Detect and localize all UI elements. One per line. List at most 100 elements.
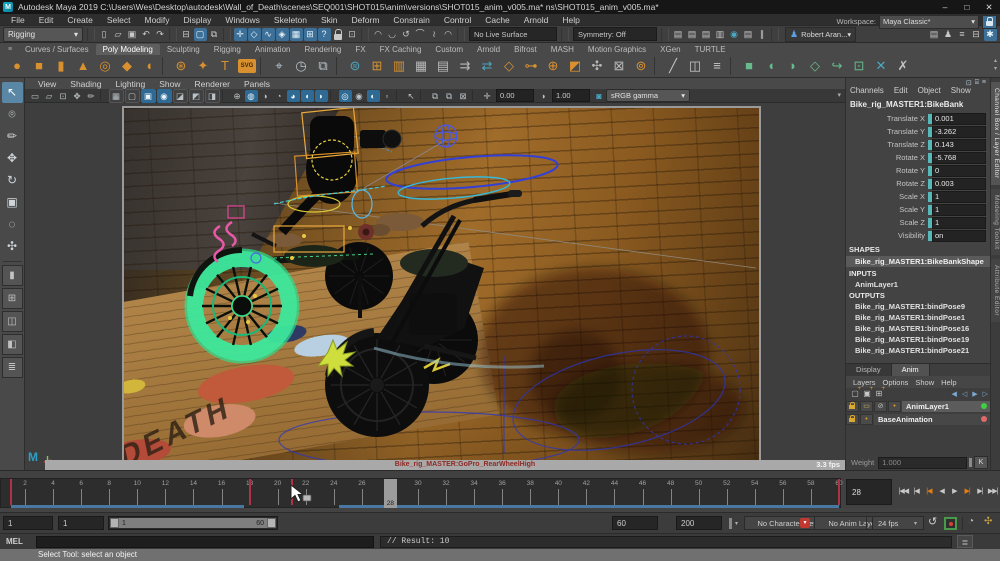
menu-control[interactable]: Control	[437, 15, 478, 25]
ssao-icon[interactable]: ▫	[381, 90, 394, 102]
shelf-tab-bifrost[interactable]: Bifrost	[507, 44, 544, 55]
current-time-indicator[interactable]: 28	[383, 479, 397, 508]
gamma-icon[interactable]: ◙	[593, 90, 606, 102]
playback-end-field[interactable]: 60	[612, 516, 658, 530]
play-forwards-button[interactable]: ▶	[948, 479, 961, 505]
ipr-render-icon[interactable]: ▤	[686, 28, 699, 41]
exposure-icon[interactable]: ✛	[481, 90, 494, 102]
layer-menu-help[interactable]: Help	[941, 378, 956, 387]
attribute-value-field[interactable]: 0.143	[932, 138, 986, 151]
framed-square-icon[interactable]: ⊡	[848, 56, 870, 76]
rebuild-curve-icon[interactable]: ↺	[400, 28, 413, 41]
play-backwards-button[interactable]: ◀	[935, 479, 948, 505]
channel-box-option-icon-2[interactable]: ≡	[982, 79, 986, 87]
quad-draw-icon[interactable]: ⊞	[366, 56, 388, 76]
fan-icon[interactable]: ✣	[586, 56, 608, 76]
side-tab-modeling-toolkit[interactable]: Modeling Toolkit	[991, 188, 1000, 256]
layout-outliner-persp[interactable]: ◧	[1, 334, 23, 355]
crate-icon[interactable]: ⊠	[608, 56, 630, 76]
textured-mode-icon[interactable]: ▣	[140, 88, 156, 103]
retopo-icon[interactable]: ◫	[684, 56, 706, 76]
layer-tab-display[interactable]: Display	[846, 364, 892, 376]
step-back-key-button[interactable]: |◀	[923, 479, 936, 505]
cube-wire-icon[interactable]: ◇	[498, 56, 520, 76]
output-node-name[interactable]: Bike_rig_MASTER1:bindPose16	[855, 324, 969, 333]
exposure-field[interactable]: 0.00	[496, 89, 534, 102]
corner-arrow-icon[interactable]: ◩	[564, 56, 586, 76]
wire-on-shaded-icon[interactable]: ◍	[244, 89, 258, 102]
select-object-icon[interactable]: ▢	[193, 27, 207, 41]
range-end-handle[interactable]	[267, 518, 276, 528]
curve-snap-icon[interactable]: ◡	[386, 28, 399, 41]
panel-menu-lighting[interactable]: Lighting	[108, 79, 152, 89]
construction-history-icon[interactable]: ◠	[372, 28, 385, 41]
layout-four-pane[interactable]: ⊞	[1, 288, 23, 309]
attribute-value-field[interactable]: on	[932, 229, 986, 242]
layer-lock-icon[interactable]	[846, 413, 859, 425]
range-slider-bar[interactable]	[110, 518, 276, 528]
wireframe-mode-icon[interactable]: ▦	[108, 88, 124, 103]
live-surface-field[interactable]: No Live Surface	[469, 27, 557, 41]
panel-menu-panels[interactable]: Panels	[237, 79, 277, 89]
attribute-value-field[interactable]: -5.768	[932, 151, 986, 164]
boolean-union-icon[interactable]: ■	[738, 56, 760, 76]
boolean-difference-icon[interactable]: ◖	[760, 56, 782, 76]
mel-input[interactable]	[36, 536, 374, 548]
render-view-sphere-icon[interactable]: ◉	[728, 28, 741, 41]
render-sequence-icon[interactable]: ▤	[742, 28, 755, 41]
workspace-dropdown[interactable]: Maya Classic* ▾	[879, 14, 979, 29]
layout-single-pane[interactable]: ▮	[1, 265, 23, 286]
shelf-scroll-arrows[interactable]: ▴ ▾	[994, 57, 997, 73]
output-node-name[interactable]: Bike_rig_MASTER1:bindPose19	[855, 335, 969, 344]
range-start-handle[interactable]	[110, 518, 119, 528]
chevron-down-icon[interactable]: ▾	[914, 520, 917, 527]
shelf-tab-poly-modeling[interactable]: Poly Modeling	[95, 44, 160, 55]
shadow-toggle-icon[interactable]: ◐	[366, 89, 380, 102]
output-node-name[interactable]: Bike_rig_MASTER1:bindPose1	[855, 313, 965, 322]
go-to-start-button[interactable]: |◀◀	[897, 479, 910, 505]
auto-keyframe-toggle[interactable]	[944, 517, 957, 530]
viewport-canvas[interactable]: DEATH	[122, 106, 761, 462]
network-icon[interactable]: ⊶	[520, 56, 542, 76]
poly-cone-icon[interactable]: ▲	[72, 56, 94, 76]
output-node-name[interactable]: Bike_rig_MASTER1:bindPose21	[855, 346, 969, 355]
construction-plane-icon[interactable]: ⌖	[268, 56, 290, 76]
paint-select-tool[interactable]: ✏	[2, 126, 23, 147]
gamma-dropdown[interactable]: sRGB gamma ▾	[606, 89, 690, 102]
tearoff-icon[interactable]: ⧉	[443, 90, 456, 102]
side-tab-channel-box-layer-editor[interactable]: Channel Box / Layer Editor	[991, 82, 1000, 185]
menu-select[interactable]: Select	[100, 15, 138, 25]
isolate-select-icon[interactable]: ◖	[300, 89, 314, 102]
minimize-button[interactable]: –	[934, 0, 956, 14]
mb-mode-icon[interactable]: ◨	[204, 88, 220, 103]
boolean-cube-icon[interactable]: ◇	[804, 56, 826, 76]
shelf-tab-fx-caching[interactable]: FX Caching	[373, 44, 429, 55]
attribute-value-field[interactable]: -3.262	[932, 125, 986, 138]
move-layer-down-icon[interactable]: ◁	[962, 390, 967, 398]
lighting-default-icon[interactable]: ◉	[353, 90, 366, 102]
save-scene-icon[interactable]: ▣	[126, 28, 139, 41]
layer-menu-options[interactable]: Options	[883, 378, 909, 387]
menu-arnold[interactable]: Arnold	[517, 15, 556, 25]
create-empty-layer-icon[interactable]: ▢ +	[849, 386, 861, 398]
outliner-toggle-icon[interactable]: ▤	[928, 28, 941, 41]
delete-edge-icon[interactable]: ✗	[892, 56, 914, 76]
move-layer-up-icon[interactable]: ◀	[951, 390, 956, 398]
pan-zoom-icon[interactable]: ✥	[71, 90, 84, 102]
menu-cache[interactable]: Cache	[478, 15, 517, 25]
menu-skeleton[interactable]: Skeleton	[267, 15, 314, 25]
platonic-solid-icon[interactable]: ⊛	[170, 56, 192, 76]
panel-bar-caret-icon[interactable]: ▾	[837, 91, 841, 99]
render-settings-icon[interactable]: ▤	[700, 28, 713, 41]
menu-skin[interactable]: Skin	[314, 15, 345, 25]
menu-modify[interactable]: Modify	[138, 15, 177, 25]
attribute-value-field[interactable]: 0.003	[932, 177, 986, 190]
sliders-toggle-icon[interactable]: ≡	[956, 28, 969, 41]
menu-set-dropdown[interactable]: Rigging ▾	[3, 26, 83, 42]
create-override-layer-icon[interactable]: ⊞ +	[873, 386, 885, 398]
layer-lock-icon[interactable]	[846, 400, 859, 412]
playback-loop-icon[interactable]: ↺	[928, 515, 937, 528]
snap-view-icon[interactable]: ▦	[289, 27, 303, 41]
snap-grid-icon[interactable]: ✛	[233, 27, 247, 41]
close-button[interactable]: ✕	[978, 0, 1000, 14]
